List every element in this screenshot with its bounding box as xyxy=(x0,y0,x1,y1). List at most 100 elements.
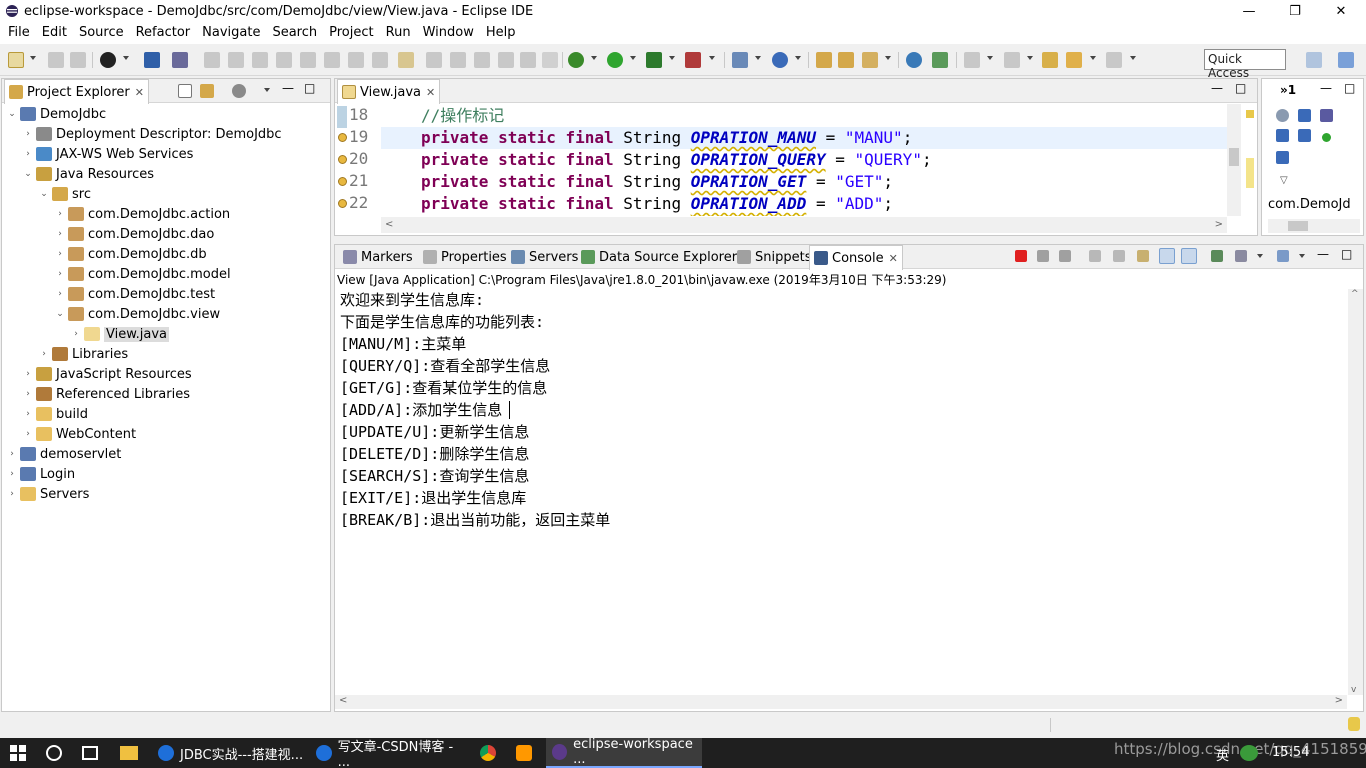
chevron-right-icon[interactable]: › xyxy=(54,269,66,279)
menu-file[interactable]: File xyxy=(2,23,36,43)
taskbar-window-button[interactable]: eclipse-workspace ... xyxy=(546,737,702,768)
public-member-icon[interactable] xyxy=(1322,133,1331,142)
menu-source[interactable]: Source xyxy=(73,23,130,43)
tree-item[interactable]: ⌄ Java Resources xyxy=(22,164,154,184)
warning-annotation-icon[interactable] xyxy=(338,177,347,186)
tree-item[interactable]: › com.DemoJdbc.dao xyxy=(54,224,214,244)
tab-properties[interactable]: Properties xyxy=(419,245,511,269)
close-tab-icon[interactable]: ✕ xyxy=(426,86,435,99)
tree-item[interactable]: › demoservlet xyxy=(6,444,121,464)
tree-item[interactable]: ⌄ DemoJdbc xyxy=(6,104,106,124)
minimize-view-icon[interactable]: — xyxy=(282,81,294,95)
close-tab-icon[interactable]: ✕ xyxy=(889,252,898,265)
pin-console-icon[interactable] xyxy=(1211,250,1223,262)
search-icon[interactable] xyxy=(46,745,62,761)
tree-item[interactable]: › View.java xyxy=(70,324,170,344)
tab-snippets[interactable]: Snippets xyxy=(733,245,815,269)
terminate-icon[interactable] xyxy=(252,52,268,68)
hide-non-public-icon[interactable] xyxy=(1276,129,1289,142)
editor-vertical-scrollbar[interactable] xyxy=(1227,104,1241,216)
warning-annotation-icon[interactable] xyxy=(338,133,347,142)
maximize-view-icon[interactable]: □ xyxy=(1344,81,1355,95)
new-icon[interactable] xyxy=(8,52,24,68)
close-tab-icon[interactable]: ✕ xyxy=(135,86,144,99)
taskbar-window-button[interactable]: JDBC实战---搭建视... xyxy=(152,738,304,768)
step-into-icon[interactable] xyxy=(300,52,316,68)
chevron-right-icon[interactable]: › xyxy=(22,129,34,139)
disconnect-icon[interactable] xyxy=(276,52,292,68)
back-icon[interactable] xyxy=(1066,52,1082,68)
run-icon[interactable] xyxy=(607,52,623,68)
annotation-icon[interactable] xyxy=(932,52,948,68)
step-over-icon[interactable] xyxy=(324,52,340,68)
filter-icon[interactable] xyxy=(232,84,246,98)
pilcrow-icon[interactable] xyxy=(542,52,558,68)
search-toolbar-icon[interactable] xyxy=(862,52,878,68)
display-console-icon[interactable] xyxy=(1235,250,1247,262)
hide-static-icon[interactable] xyxy=(1298,109,1311,122)
forward-icon[interactable] xyxy=(1106,52,1122,68)
open-task-icon[interactable] xyxy=(838,52,854,68)
chevron-right-icon[interactable]: › xyxy=(22,429,34,439)
skip-breakpoints-icon[interactable] xyxy=(172,52,188,68)
link-with-editor-icon[interactable] xyxy=(200,84,214,98)
console-vertical-scrollbar[interactable]: ^ v xyxy=(1348,289,1363,695)
web-browser-icon[interactable] xyxy=(906,52,922,68)
save-all-icon[interactable] xyxy=(70,52,86,68)
mark-occurrences-icon[interactable] xyxy=(450,52,466,68)
notification-icon[interactable] xyxy=(1348,717,1360,731)
warning-marker[interactable] xyxy=(1246,110,1254,118)
chrome-icon[interactable] xyxy=(480,745,496,761)
save-icon[interactable] xyxy=(48,52,64,68)
last-edit-icon[interactable] xyxy=(1042,52,1058,68)
clock[interactable]: 15:54 xyxy=(1272,745,1309,760)
tree-item[interactable]: › Deployment Descriptor: DemoJdbc xyxy=(22,124,281,144)
taskbar-window-button[interactable]: 写文章-CSDN博客 - ... xyxy=(310,738,466,768)
menu-navigate[interactable]: Navigate xyxy=(196,23,266,43)
menu-help[interactable]: Help xyxy=(480,23,522,43)
focus-icon[interactable] xyxy=(1276,151,1289,164)
scrollbar-thumb[interactable] xyxy=(1229,148,1239,166)
tree-item[interactable]: ⌄ src xyxy=(38,184,91,204)
tree-item[interactable]: › build xyxy=(22,404,88,424)
show-stderr-icon[interactable] xyxy=(1181,248,1197,264)
run-server-icon[interactable] xyxy=(646,52,662,68)
minimize-button[interactable]: — xyxy=(1226,0,1272,22)
chevron-right-icon[interactable]: › xyxy=(54,229,66,239)
chevron-right-icon[interactable]: › xyxy=(6,489,18,499)
terminal-icon[interactable] xyxy=(144,52,160,68)
warning-annotation-icon[interactable] xyxy=(338,199,347,208)
maximize-view-icon[interactable]: □ xyxy=(304,81,315,95)
tab-data-source-explorer[interactable]: Data Source Explorer xyxy=(577,245,741,269)
tab-view-java[interactable]: View.java ✕ xyxy=(337,79,441,104)
sort-icon[interactable] xyxy=(1320,109,1333,122)
sleep-icon[interactable] xyxy=(100,52,116,68)
warning-annotation-icon[interactable] xyxy=(338,155,347,164)
quick-access-input[interactable]: Quick Access xyxy=(1204,49,1286,80)
show-whitespace-icon[interactable] xyxy=(498,52,514,68)
minimize-view-icon[interactable]: — xyxy=(1211,81,1223,95)
tab-console[interactable]: Console ✕ xyxy=(809,245,903,270)
menu-run[interactable]: Run xyxy=(380,23,417,43)
previous-annotation-icon[interactable] xyxy=(1004,52,1020,68)
open-perspective-icon[interactable] xyxy=(426,52,442,68)
chevron-right-icon[interactable]: › xyxy=(22,409,34,419)
chevron-right-icon[interactable]: › xyxy=(22,149,34,159)
step-return-icon[interactable] xyxy=(348,52,364,68)
chevron-down-icon[interactable]: ⌄ xyxy=(22,169,34,179)
open-perspective-toolbar-icon[interactable] xyxy=(1306,52,1322,68)
task-view-icon[interactable] xyxy=(82,746,98,760)
tree-item[interactable]: ⌄ com.DemoJdbc.view xyxy=(54,304,220,324)
maximize-view-icon[interactable]: □ xyxy=(1341,247,1352,261)
next-annotation-icon[interactable] xyxy=(964,52,980,68)
maximize-view-icon[interactable]: □ xyxy=(1235,81,1246,95)
tree-item[interactable]: › Referenced Libraries xyxy=(22,384,190,404)
java-ee-perspective-icon[interactable] xyxy=(1338,52,1354,68)
scroll-lock-icon[interactable] xyxy=(1113,250,1125,262)
menu-search[interactable]: Search xyxy=(266,23,323,43)
resume-icon[interactable] xyxy=(204,52,220,68)
chevron-right-icon[interactable]: › xyxy=(38,349,50,359)
toggle-block-icon[interactable] xyxy=(474,52,490,68)
hide-fields-icon[interactable] xyxy=(1276,109,1289,122)
tree-item[interactable]: › JavaScript Resources xyxy=(22,364,192,384)
